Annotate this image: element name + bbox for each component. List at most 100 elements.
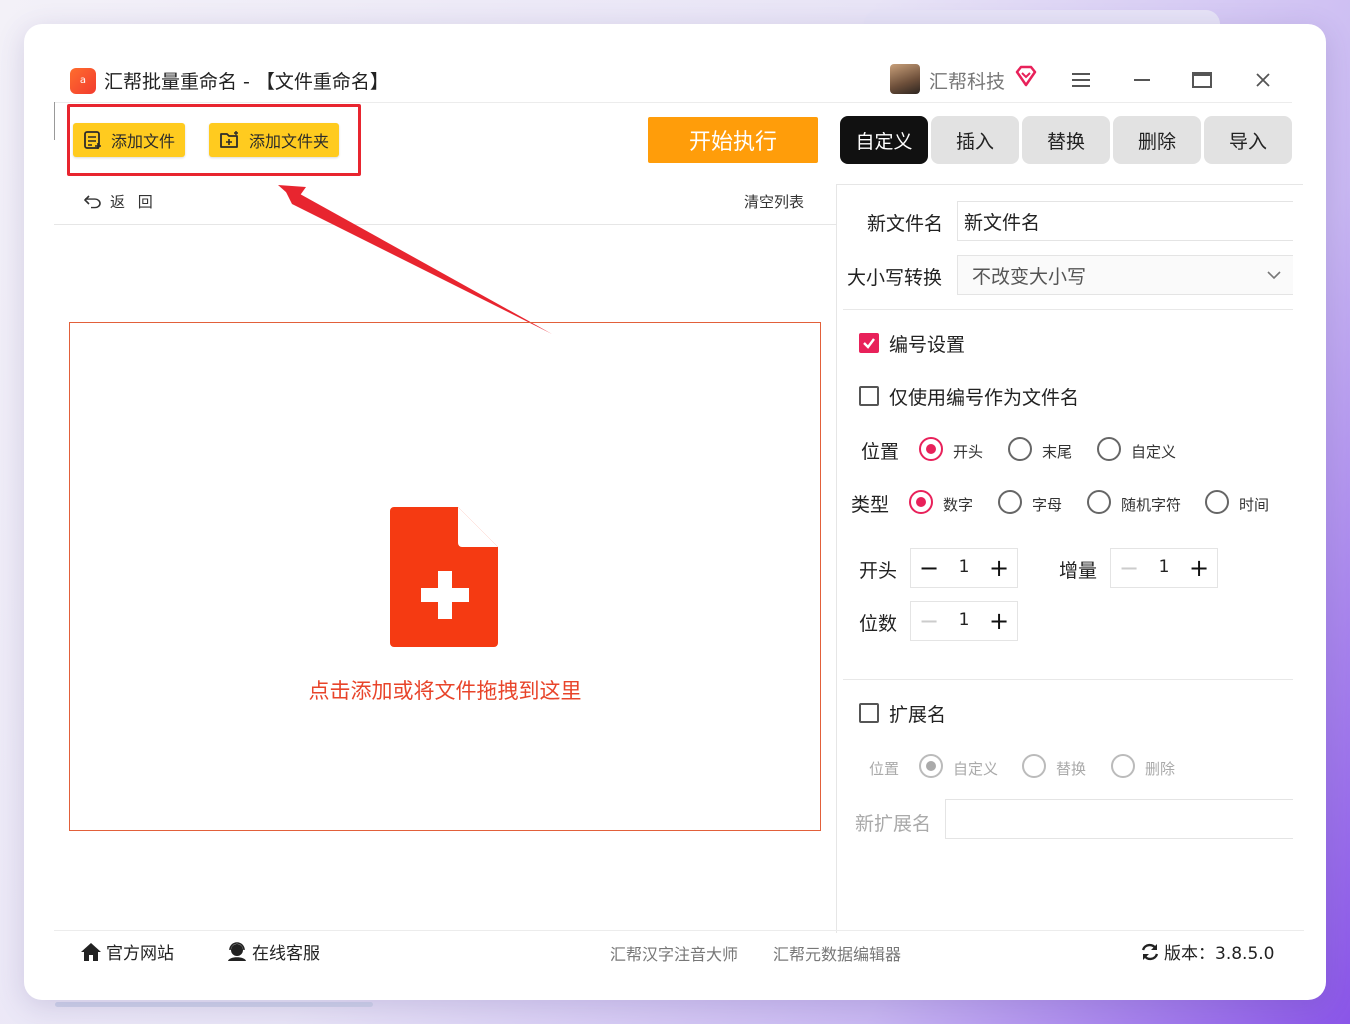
- settings-panel: 新文件名 新文件名 大小写转换 不改变大小写 编号设置 仅使用编号作为文件名 位…: [836, 184, 1303, 933]
- left-edge-line: [54, 102, 55, 140]
- new-name-label: 新文件名: [867, 213, 944, 235]
- undo-icon: [84, 194, 101, 208]
- start-stepper: − 1 +: [910, 548, 1018, 588]
- ext-custom-label: 自定义: [953, 760, 999, 778]
- case-select[interactable]: 不改变大小写: [957, 255, 1293, 295]
- case-select-value: 不改变大小写: [972, 265, 1087, 288]
- ext-custom-radio[interactable]: [919, 754, 943, 778]
- pinyin-master-link[interactable]: 汇帮汉字注音大师: [610, 941, 738, 965]
- clear-list-button[interactable]: 清空列表: [744, 191, 804, 212]
- tab-replace[interactable]: 替换: [1022, 116, 1110, 164]
- online-support-link[interactable]: 在线客服: [226, 939, 320, 964]
- back-label: 返 回: [110, 193, 157, 211]
- ext-position-label: 位置: [869, 760, 900, 778]
- only-number-label: 仅使用编号作为文件名: [889, 387, 1080, 409]
- case-label: 大小写转换: [847, 267, 943, 289]
- tab-insert[interactable]: 插入: [931, 116, 1019, 164]
- position-label: 位置: [861, 441, 900, 463]
- start-execute-button[interactable]: 开始执行: [648, 117, 818, 163]
- minimize-icon[interactable]: [1122, 62, 1162, 98]
- type-letter-radio[interactable]: [998, 490, 1022, 514]
- drop-hint-text: 点击添加或将文件拖拽到这里: [308, 679, 582, 703]
- vip-diamond-icon[interactable]: [1014, 64, 1038, 88]
- position-start-radio[interactable]: [919, 437, 943, 461]
- home-icon: [81, 942, 101, 961]
- increment-label: 增量: [1059, 560, 1098, 582]
- add-file-button[interactable]: 添加文件: [73, 123, 186, 157]
- menu-icon[interactable]: [1061, 62, 1101, 98]
- increment-value[interactable]: 1: [1147, 549, 1181, 587]
- window-title: 汇帮批量重命名 - 【文件重命名】: [104, 71, 389, 93]
- maximize-icon[interactable]: [1182, 62, 1222, 98]
- app-window: a 汇帮批量重命名 - 【文件重命名】 汇帮科技 添加文件 添加文件夹 开始执行…: [24, 24, 1326, 1000]
- ext-replace-label: 替换: [1056, 760, 1087, 778]
- tab-custom[interactable]: 自定义: [840, 116, 928, 164]
- numbering-label: 编号设置: [889, 334, 966, 356]
- title-divider: [54, 102, 1292, 103]
- type-time-radio[interactable]: [1205, 490, 1229, 514]
- support-agent-icon: [228, 941, 246, 961]
- file-drop-zone[interactable]: 点击添加或将文件拖拽到这里: [69, 322, 821, 831]
- refresh-icon: [1141, 943, 1159, 960]
- ext-replace-radio[interactable]: [1022, 754, 1046, 778]
- type-label: 类型: [851, 494, 890, 516]
- position-custom-radio[interactable]: [1097, 437, 1121, 461]
- ext-delete-radio[interactable]: [1111, 754, 1135, 778]
- increment-stepper: − 1 +: [1110, 548, 1218, 588]
- chevron-down-icon: [1267, 271, 1281, 280]
- digits-value[interactable]: 1: [947, 602, 981, 640]
- new-extension-label: 新扩展名: [855, 813, 932, 835]
- increment-decrement-button[interactable]: −: [1111, 549, 1147, 587]
- only-number-checkbox[interactable]: [859, 386, 879, 406]
- add-folder-icon: [220, 131, 238, 148]
- type-number-label: 数字: [943, 496, 974, 514]
- type-random-radio[interactable]: [1087, 490, 1111, 514]
- add-file-icon: [84, 131, 101, 149]
- official-website-label: 官方网站: [106, 944, 174, 964]
- position-custom-label: 自定义: [1131, 443, 1177, 461]
- position-start-label: 开头: [953, 443, 984, 461]
- user-name[interactable]: 汇帮科技: [929, 67, 1005, 94]
- digits-decrement-button[interactable]: −: [911, 602, 947, 640]
- digits-increment-button[interactable]: +: [981, 602, 1017, 640]
- add-folder-label: 添加文件夹: [249, 132, 330, 151]
- version-label: 版本：3.8.5.0: [1164, 944, 1275, 964]
- user-avatar[interactable]: [890, 64, 920, 94]
- extension-checkbox[interactable]: [859, 703, 879, 723]
- close-icon[interactable]: [1243, 62, 1283, 98]
- start-label: 开头: [859, 560, 898, 582]
- app-logo-icon: a: [70, 68, 96, 94]
- settings-divider-2: [843, 679, 1293, 680]
- position-end-label: 末尾: [1042, 443, 1073, 461]
- digits-stepper: − 1 +: [910, 601, 1018, 641]
- metadata-editor-link[interactable]: 汇帮元数据编辑器: [773, 941, 901, 965]
- type-time-label: 时间: [1239, 496, 1270, 514]
- type-letter-label: 字母: [1032, 496, 1063, 514]
- background-scrollbar: [55, 1002, 373, 1007]
- checkmark-icon: [863, 338, 875, 349]
- version-info[interactable]: 版本：3.8.5.0: [1140, 939, 1274, 964]
- new-name-input[interactable]: 新文件名: [957, 201, 1293, 241]
- ext-delete-label: 删除: [1145, 760, 1176, 778]
- online-support-label: 在线客服: [252, 944, 320, 964]
- footer-divider: [54, 930, 1304, 931]
- back-button[interactable]: 返 回: [84, 191, 157, 212]
- tab-delete[interactable]: 删除: [1113, 116, 1201, 164]
- window-content: a 汇帮批量重命名 - 【文件重命名】 汇帮科技 添加文件 添加文件夹 开始执行…: [54, 54, 1304, 974]
- list-header-divider: [54, 224, 836, 225]
- add-file-large-icon: [390, 507, 498, 647]
- new-extension-input[interactable]: [945, 799, 1293, 839]
- type-number-radio[interactable]: [909, 490, 933, 514]
- increment-increment-button[interactable]: +: [1181, 549, 1217, 587]
- start-value[interactable]: 1: [947, 549, 981, 587]
- official-website-link[interactable]: 官方网站: [80, 939, 174, 964]
- position-end-radio[interactable]: [1008, 437, 1032, 461]
- tab-import[interactable]: 导入: [1204, 116, 1292, 164]
- add-file-label: 添加文件: [111, 132, 176, 151]
- add-folder-button[interactable]: 添加文件夹: [209, 123, 340, 157]
- start-decrement-button[interactable]: −: [911, 549, 947, 587]
- type-random-label: 随机字符: [1121, 496, 1182, 514]
- digits-label: 位数: [859, 613, 898, 635]
- numbering-checkbox[interactable]: [859, 333, 879, 353]
- start-increment-button[interactable]: +: [981, 549, 1017, 587]
